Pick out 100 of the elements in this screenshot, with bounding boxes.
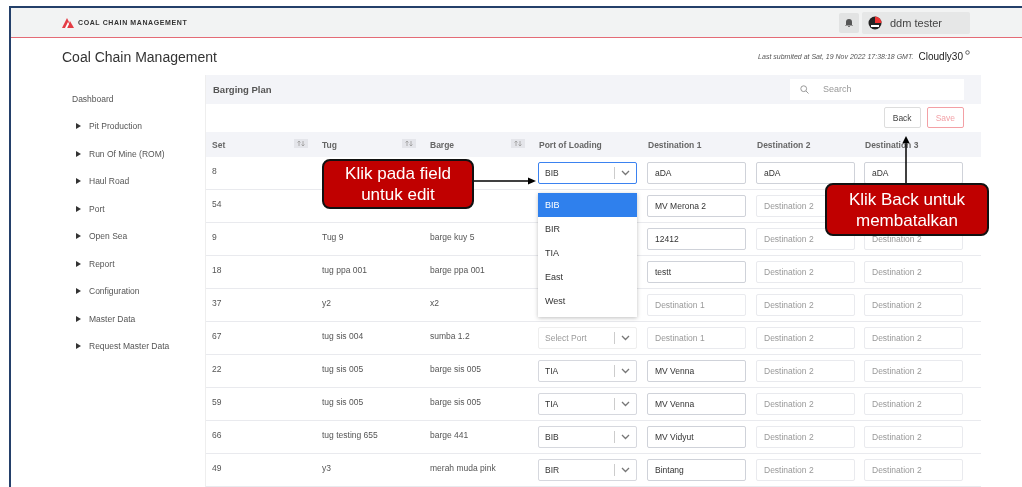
port-select[interactable]: TIA [538,393,637,415]
search-icon [800,84,809,94]
table-cell: barge sis 005 [430,397,482,407]
sidebar-item[interactable]: Request Master Data [89,341,170,352]
sidebar-item[interactable]: Haul Road [89,176,130,187]
logo-icon [62,17,74,28]
destination-field[interactable]: Destination 2 [864,294,963,316]
destination-field[interactable]: Destination 2 [864,426,963,448]
destination-field[interactable]: testt [647,261,746,283]
caret-icon [76,315,81,322]
caret-icon [76,205,81,212]
table-cell: y3 [322,463,331,473]
search-field[interactable]: Search [790,78,964,100]
destination-field[interactable]: aDA [756,162,855,184]
destination-field[interactable]: Destination 2 [756,426,855,448]
toolbar-button[interactable]: Back [883,107,921,129]
gear-icon[interactable] [965,50,970,55]
destination-field[interactable]: aDA [864,162,963,184]
destination-field[interactable]: Destination 2 [756,327,855,349]
chevron-down-icon [621,401,630,407]
account-name: Cloudly30 [918,51,963,62]
chevron-down-icon [621,170,630,176]
destination-field[interactable]: 12412 [647,228,746,250]
dropdown-option[interactable]: East [538,265,637,289]
table-cell: sumba 1.2 [430,331,470,341]
table-cell: 18 [212,265,222,275]
table-cell: 49 [212,463,222,473]
destination-field[interactable]: Destination 2 [756,360,855,382]
column-header: Destination 1 [642,132,751,157]
avatar-icon [868,15,882,30]
caret-icon [76,343,81,350]
chevron-down-icon [621,467,630,473]
table-cell: 66 [212,430,222,440]
destination-field[interactable]: MV Venna [647,360,746,382]
port-select[interactable]: TIA [538,360,637,382]
table-cell: barge 441 [430,430,469,440]
destination-field[interactable]: Destination 2 [756,261,855,283]
chevron-down-icon [621,434,630,440]
chevron-down-icon [621,368,630,374]
sidebar-item[interactable]: Pit Production [89,121,142,132]
destination-field[interactable]: Destination 1 [647,294,746,316]
sidebar-item[interactable]: Run Of Mine (ROM) [89,148,165,159]
chevron-down-icon [621,335,630,341]
column-header: Tug [316,132,424,157]
caret-icon [76,288,81,295]
caret-icon [76,233,81,240]
user-menu[interactable]: ddm tester [862,11,970,34]
table-cell: barge kuy 5 [430,232,475,242]
sidebar-item[interactable]: Open Sea [89,231,128,242]
table-cell: 8 [212,166,217,176]
column-header: Barge [424,132,533,157]
destination-field[interactable]: MV Merona 2 [647,195,746,217]
destination-field[interactable]: Destination 2 [756,459,855,481]
dropdown-option[interactable]: TIA [538,241,637,265]
sort-icon[interactable] [294,139,308,148]
sidebar-item[interactable]: Port [89,203,105,214]
page-title: Coal Chain Management [62,48,218,65]
table-cell: tug sis 005 [322,397,364,407]
port-select[interactable]: BIB [538,162,637,184]
arrow [474,177,536,185]
table-cell: 67 [212,331,222,341]
destination-field[interactable]: Destination 2 [864,459,963,481]
destination-field[interactable]: Destination 2 [756,294,855,316]
table-cell: barge ppa 001 [430,265,485,275]
column-header: Destination 2 [751,132,859,157]
destination-field[interactable]: Destination 2 [864,360,963,382]
panel-title: Barging Plan [213,83,273,95]
sidebar-item[interactable]: Dashboard [72,93,114,104]
sort-icon[interactable] [402,139,416,148]
callout-tooltip: Klik Back untuk membatalkan [825,183,989,236]
table-cell: merah muda pink [430,463,496,473]
table-cell: 37 [212,298,222,308]
notification-button[interactable] [839,12,859,33]
port-select[interactable]: BIR [538,459,637,481]
caret-icon [76,260,81,267]
destination-field[interactable]: MV Venna [647,393,746,415]
destination-field[interactable]: Destination 2 [864,327,963,349]
column-header: Port of Loading [533,132,642,157]
destination-field[interactable]: Destination 1 [647,327,746,349]
sidebar-item[interactable]: Master Data [89,313,136,324]
table-cell: tug testing 655 [322,430,378,440]
sidebar-item[interactable]: Report [89,258,115,269]
table-cell: y2 [322,298,331,308]
destination-field[interactable]: Bintang [647,459,746,481]
destination-field[interactable]: Destination 2 [864,393,963,415]
dropdown-option[interactable]: BIB [538,193,637,217]
destination-field[interactable]: aDA [647,162,746,184]
sort-icon[interactable] [511,139,525,148]
dropdown-option[interactable]: West [538,289,637,313]
dropdown-option[interactable]: BIR [538,217,637,241]
table-cell: 59 [212,397,222,407]
sidebar-item[interactable]: Configuration [89,286,140,297]
table-cell: 22 [212,364,222,374]
table-cell: tug sis 005 [322,364,364,374]
destination-field[interactable]: Destination 2 [756,393,855,415]
port-select[interactable]: BIB [538,426,637,448]
column-header: Set [206,132,316,157]
destination-field[interactable]: Destination 2 [864,261,963,283]
destination-field[interactable]: MV Vidyut [647,426,746,448]
destination-field[interactable]: Destination 2 [756,228,855,250]
